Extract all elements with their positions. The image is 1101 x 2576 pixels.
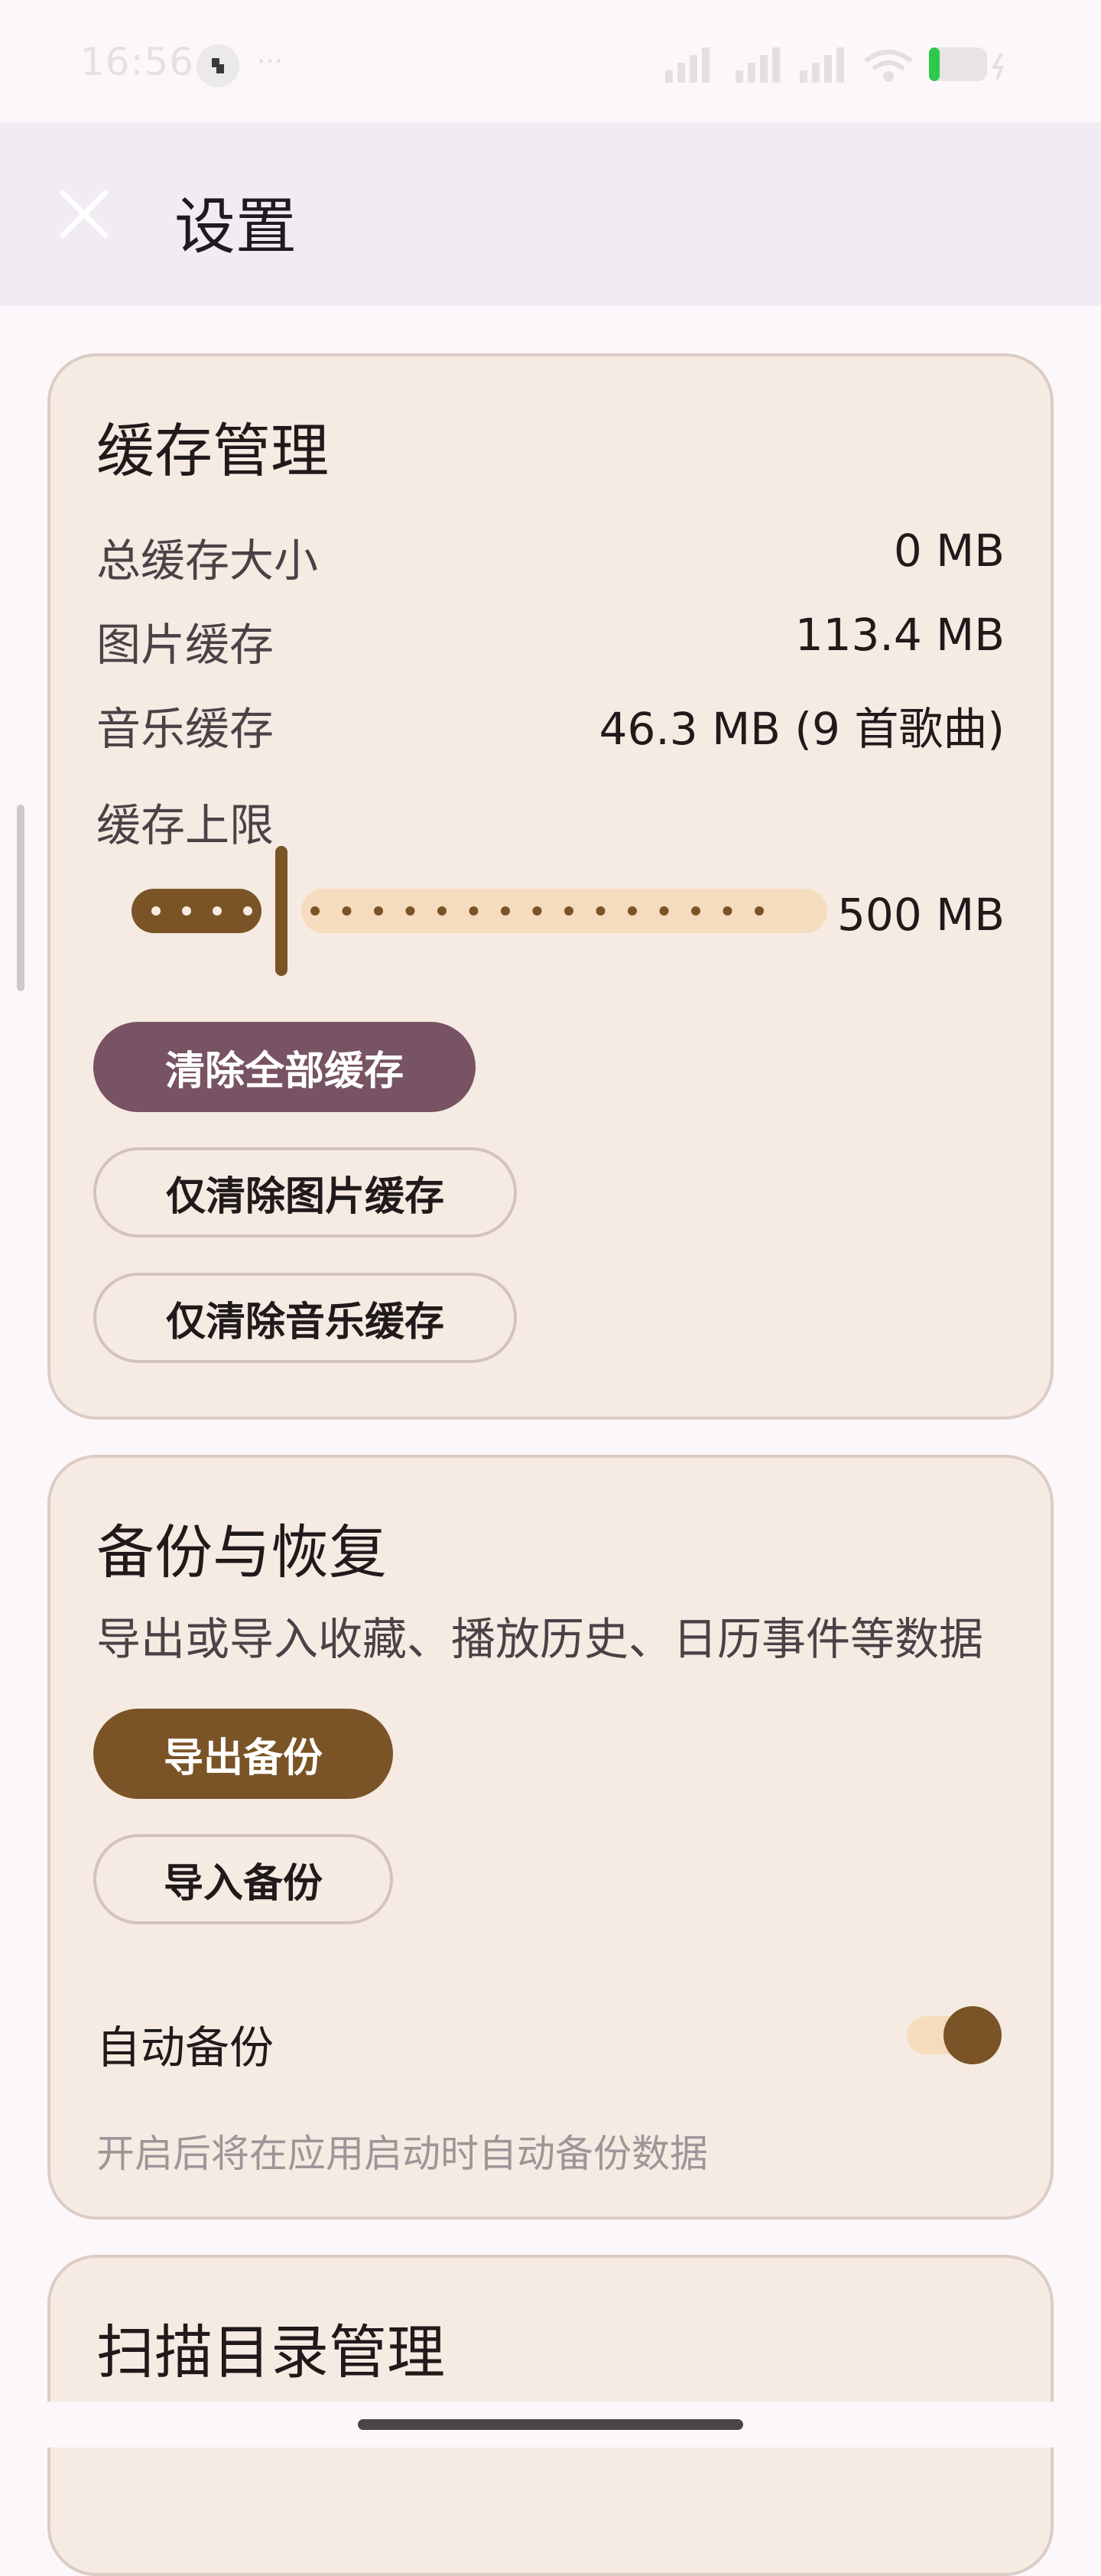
slider-stop-dot: [723, 906, 732, 916]
slider-stop-dot: [532, 906, 542, 916]
clear-image-cache-button[interactable]: 仅清除图片缓存: [93, 1147, 517, 1238]
slider-stop-dot: [596, 906, 606, 916]
cache-limit-label: 缓存上限: [96, 799, 274, 851]
export-backup-button[interactable]: 导出备份: [93, 1709, 393, 1799]
total-cache-label: 总缓存大小: [96, 535, 319, 587]
backup-card-title: 备份与恢复: [96, 1518, 387, 1586]
auto-backup-toggle[interactable]: [907, 2004, 1006, 2065]
slider-stop-dot: [213, 906, 222, 916]
close-icon: [60, 190, 109, 239]
scan-card-title: 扫描目录管理: [96, 2318, 445, 2386]
cache-card-title: 缓存管理: [96, 417, 329, 485]
slider-stop-dot: [501, 906, 510, 916]
scrollbar[interactable]: [17, 805, 24, 991]
import-backup-button[interactable]: 导入备份: [93, 1834, 393, 1924]
image-cache-label: 图片缓存: [96, 619, 274, 671]
clear-music-cache-button[interactable]: 仅清除音乐缓存: [93, 1273, 517, 1363]
more-notifications-icon: ···: [257, 46, 284, 77]
cache-limit-slider[interactable]: [132, 846, 827, 976]
auto-backup-label: 自动备份: [96, 2021, 274, 2073]
slider-stop-dot: [151, 906, 161, 916]
slider-stop-dot: [755, 906, 764, 916]
music-cache-label: 音乐缓存: [96, 703, 274, 755]
close-button[interactable]: [46, 176, 122, 252]
app-notification-icon: [196, 44, 239, 87]
slider-stop-dot: [691, 906, 700, 916]
slider-stop-dot: [243, 906, 252, 916]
slider-stop-dot: [405, 906, 415, 916]
top-app-bar: 设置: [0, 122, 1101, 306]
battery-icon: [929, 47, 1004, 81]
status-indicators: [665, 43, 1025, 86]
slider-stop-dot: [659, 906, 669, 916]
cache-limit-value: 500 MB: [837, 889, 1005, 941]
signal-icon: [665, 47, 844, 83]
page-title: 设置: [174, 191, 297, 262]
total-cache-value: 0 MB: [893, 525, 1005, 577]
slider-stop-dot: [310, 906, 320, 916]
slider-thumb[interactable]: [275, 846, 287, 976]
status-bar: 16:56 ···: [0, 0, 1101, 122]
image-cache-value: 113.4 MB: [794, 609, 1005, 661]
slider-stop-dot: [564, 906, 573, 916]
slider-stop-dot: [437, 906, 447, 916]
backup-restore-card: 备份与恢复 导出或导入收藏、播放历史、日历事件等数据 导出备份 导入备份 自动备…: [47, 1455, 1054, 2220]
backup-description: 导出或导入收藏、播放历史、日历事件等数据: [96, 1613, 984, 1665]
slider-stop-dot: [628, 906, 637, 916]
slider-stop-dot: [374, 906, 383, 916]
slider-stop-dot: [469, 906, 479, 916]
slider-stop-dot: [342, 906, 352, 916]
auto-backup-hint: 开启后将在应用启动时自动备份数据: [96, 2132, 708, 2176]
clear-all-cache-button[interactable]: 清除全部缓存: [93, 1022, 476, 1112]
cache-management-card: 缓存管理 总缓存大小 0 MB 图片缓存 113.4 MB 音乐缓存 46.3 …: [47, 353, 1054, 1420]
status-time: 16:56: [80, 40, 195, 84]
slider-active-track: [132, 889, 261, 933]
home-indicator[interactable]: [358, 2419, 743, 2430]
music-cache-value: 46.3 MB (9 首歌曲): [599, 703, 1005, 755]
slider-stop-dot: [182, 906, 191, 916]
slider-inactive-stops: [310, 906, 764, 916]
wifi-icon: [864, 50, 913, 82]
